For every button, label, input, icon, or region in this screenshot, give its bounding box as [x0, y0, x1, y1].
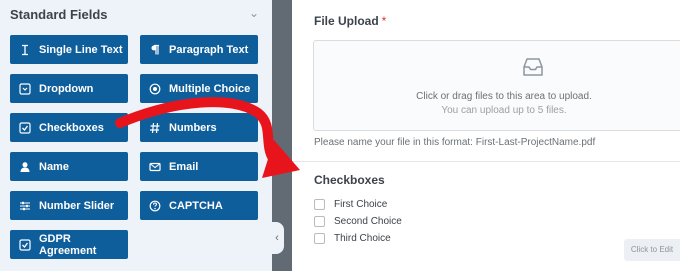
field-label: Number Slider: [39, 199, 115, 212]
field-checkboxes-button[interactable]: Checkboxes: [10, 113, 128, 142]
field-label: Dropdown: [39, 82, 94, 95]
standard-fields-panel: Standard Fields ⌄ Single Line Text Parag…: [0, 0, 272, 271]
field-numbers-button[interactable]: Numbers: [140, 113, 258, 142]
text-cursor-icon: [19, 44, 31, 56]
dropdown-icon: [19, 82, 31, 95]
choice-label: Third Choice: [334, 233, 391, 244]
choice-label: Second Choice: [334, 216, 402, 227]
dropzone-limit: You can upload up to 5 files.: [441, 105, 567, 116]
field-gdpr-agreement-button[interactable]: GDPR Agreement: [10, 230, 128, 259]
file-upload-label: File Upload *: [314, 14, 386, 28]
field-label: Numbers: [169, 121, 217, 134]
inbox-icon: [523, 58, 543, 76]
field-label: GDPR Agreement: [39, 232, 97, 257]
file-upload-description: Please name your file in this format: Fi…: [314, 137, 596, 148]
radio-icon: [149, 83, 161, 95]
checkbox-icon: [19, 121, 31, 134]
file-upload-label-text: File Upload: [314, 14, 379, 28]
dropzone-instructions: Click or drag files to this area to uplo…: [416, 91, 592, 102]
field-label: Name: [39, 160, 69, 173]
checkboxes-label: Checkboxes: [314, 173, 385, 187]
field-paragraph-text-button[interactable]: Paragraph Text: [140, 35, 258, 64]
paragraph-icon: [149, 44, 161, 56]
field-label: Multiple Choice: [169, 82, 251, 95]
checkbox-icon: [19, 238, 31, 251]
field-label: Paragraph Text: [169, 43, 249, 56]
question-circle-icon: [149, 200, 161, 212]
field-name-button[interactable]: Name: [10, 152, 128, 181]
chevron-up-icon[interactable]: ⌄: [247, 6, 261, 20]
checkbox-input[interactable]: [314, 199, 325, 210]
checkbox-choice[interactable]: Second Choice: [314, 216, 402, 227]
sliders-icon: [19, 200, 31, 212]
field-divider: [292, 161, 680, 162]
field-label: Email: [169, 160, 199, 173]
form-preview: File Upload * Click or drag files to this…: [292, 0, 680, 271]
field-email-button[interactable]: Email: [140, 152, 258, 181]
click-to-edit-tab[interactable]: Click to Edit: [624, 239, 680, 261]
chevron-left-icon[interactable]: ‹: [270, 222, 284, 254]
field-dropdown-button[interactable]: Dropdown: [10, 74, 128, 103]
field-multiple-choice-button[interactable]: Multiple Choice: [140, 74, 258, 103]
field-label: Single Line Text: [39, 43, 123, 56]
required-mark: *: [381, 14, 387, 28]
field-captcha-button[interactable]: CAPTCHA: [140, 191, 258, 220]
hash-icon: [149, 122, 161, 134]
field-number-slider-button[interactable]: Number Slider: [10, 191, 128, 220]
field-label: Checkboxes: [39, 121, 104, 134]
user-icon: [19, 161, 31, 173]
choice-label: First Choice: [334, 199, 388, 210]
checkbox-input[interactable]: [314, 233, 325, 244]
section-title: Standard Fields: [10, 7, 108, 22]
file-dropzone[interactable]: [313, 40, 680, 131]
envelope-icon: [149, 161, 161, 173]
field-label: CAPTCHA: [169, 199, 223, 212]
checkbox-choice[interactable]: First Choice: [314, 199, 387, 210]
field-single-line-text-button[interactable]: Single Line Text: [10, 35, 128, 64]
checkbox-choice[interactable]: Third Choice: [314, 233, 391, 244]
checkbox-input[interactable]: [314, 216, 325, 227]
